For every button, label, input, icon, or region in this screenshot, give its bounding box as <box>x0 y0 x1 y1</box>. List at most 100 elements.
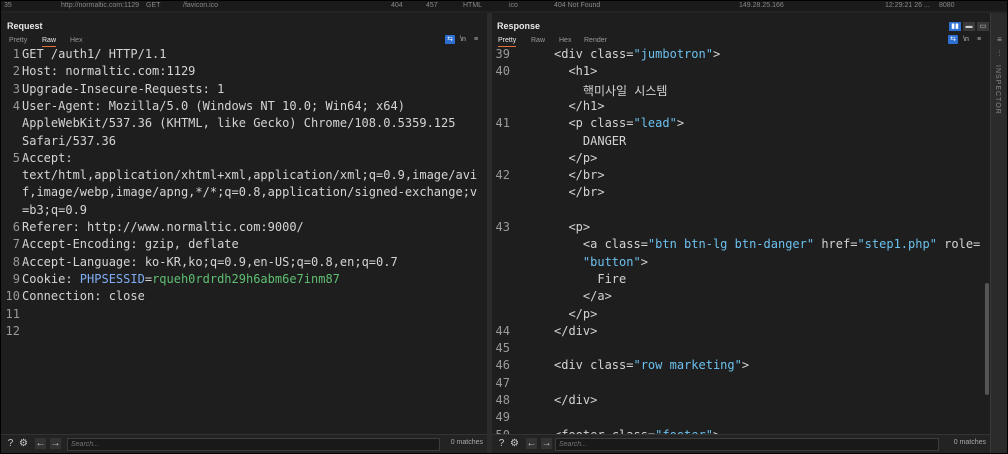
code-token: </a> <box>554 289 612 304</box>
code-token: role= <box>936 237 981 252</box>
line-number: 3 <box>12 81 20 96</box>
code-line: Host: normaltic.com:1129 <box>22 64 195 78</box>
code-token: User-Agent: <box>22 98 109 113</box>
newline-icon[interactable]: \n <box>458 35 468 44</box>
code-line: Safari/537.36 <box>22 134 116 148</box>
code-token: </br> <box>554 185 605 200</box>
response-tab-pretty[interactable]: Pretty <box>498 35 517 47</box>
request-tab-raw[interactable]: Raw <box>42 35 57 47</box>
code-line: Connection: close <box>22 289 145 303</box>
code-line: <h1> <box>554 64 597 78</box>
code-token: close <box>108 289 145 304</box>
line-number: 5 <box>12 150 20 165</box>
code-line: "button"> <box>554 255 648 269</box>
layout-horizontal-icon[interactable]: ▬ <box>963 22 975 31</box>
history-ext: ico <box>509 2 518 9</box>
code-token: > <box>640 254 648 269</box>
code-line: </br> <box>554 185 605 200</box>
line-number: 12 <box>5 323 20 338</box>
code-line: </p> <box>554 307 597 321</box>
code-line: f,image/webp,image/apng,*/*;q=0.8,applic… <box>22 185 477 199</box>
arrow-right-icon[interactable]: → <box>541 438 552 449</box>
code-token: </p> <box>554 306 598 321</box>
menu-icon[interactable]: ≡ <box>974 35 984 44</box>
request-tab-pretty[interactable]: Pretty <box>9 35 27 46</box>
history-method: GET <box>146 2 161 9</box>
code-token: "step1.php" <box>857 237 937 252</box>
arrow-left-icon[interactable]: ← <box>35 438 46 449</box>
arrow-left-icon[interactable]: ← <box>526 438 537 449</box>
inspector-label[interactable]: INSPECTOR <box>994 65 1001 115</box>
code-token: 1 <box>217 81 225 96</box>
response-tab-render[interactable]: Render <box>584 35 607 46</box>
wrap-lines-icon[interactable]: ⇆ <box>948 35 958 44</box>
inspector-sidebar: ≡ ⫶ INSPECTOR <box>990 13 1007 453</box>
gear-icon[interactable]: ⚙ <box>18 438 29 449</box>
code-token: PHPSESSID <box>79 271 145 286</box>
code-token: > <box>741 358 750 373</box>
code-token: href= <box>814 237 858 252</box>
layout-toggle: ▮▮ ▬ ▭ <box>947 15 989 33</box>
code-token: </h1> <box>554 98 605 113</box>
line-number: 6 <box>12 220 20 234</box>
line-number: 48 <box>495 393 510 407</box>
help-icon[interactable]: ? <box>5 438 16 449</box>
request-toolbar: ⇆ \n ≡ <box>442 35 481 45</box>
code-token: Cookie: <box>22 271 80 286</box>
code-line: </div> <box>554 393 597 407</box>
history-status: 404 <box>391 2 403 9</box>
response-title: Response <box>497 21 541 31</box>
code-line: DANGER <box>554 134 626 148</box>
response-tabs: Pretty Raw Hex Render <box>492 35 990 47</box>
line-number: 11 <box>5 306 20 321</box>
code-token: http://www.normaltic.com:9000/ <box>87 220 304 234</box>
gear-icon[interactable]: ⚙ <box>509 438 520 449</box>
line-number: 2 <box>12 64 20 79</box>
response-tab-raw[interactable]: Raw <box>531 35 545 46</box>
newline-icon[interactable]: \n <box>961 35 971 44</box>
request-search-input[interactable] <box>67 438 440 451</box>
code-token: "button" <box>582 254 641 269</box>
history-length: 457 <box>426 2 438 9</box>
code-token: Upgrade-Insecure-Requests: <box>22 81 218 96</box>
response-search-input[interactable] <box>555 438 939 451</box>
code-line: Cookie: PHPSESSID=rqueh0rdrdh29h6abm6e7i… <box>22 272 340 286</box>
code-token: Accept-Language: <box>22 254 145 269</box>
line-number: 7 <box>12 237 20 252</box>
help-icon[interactable]: ? <box>496 438 507 449</box>
code-token: <a class= <box>554 237 648 252</box>
layout-tabs-icon[interactable]: ▭ <box>977 22 989 31</box>
code-token: </br> <box>554 168 605 183</box>
history-row[interactable]: 35 http://normaltic.com:1129 GET /favico… <box>1 1 1007 11</box>
code-token: text/html,application/xhtml+xml,applicat… <box>22 168 478 183</box>
code-token: Referer: <box>22 220 88 234</box>
code-line: Upgrade-Insecure-Requests: 1 <box>22 82 224 96</box>
line-number: 1 <box>12 47 20 61</box>
line-number: 47 <box>495 375 510 390</box>
response-editor[interactable]: 39 <div class="jumbotron"> 40 <h1> 핵미사일 시스… <box>492 47 990 434</box>
sliders-icon[interactable]: ⫶ <box>995 49 1004 58</box>
request-editor[interactable]: 1 GET /auth1/ HTTP/1.1 2 Host: normaltic.co… <box>1 47 487 434</box>
code-token: Host: <box>22 64 66 79</box>
arrow-right-icon[interactable]: → <box>50 438 61 449</box>
code-line: </div> <box>554 324 597 338</box>
history-port: 8080 <box>939 2 955 9</box>
request-tab-hex[interactable]: Hex <box>70 35 82 46</box>
code-token: f,image/webp,image/apng,*/*;q=0.8,applic… <box>22 185 478 200</box>
code-token: > <box>676 116 685 131</box>
code-token: ko-KR,ko;q=0.9,en-US;q=0.8,en;q=0.7 <box>144 254 398 269</box>
response-match-count: 0 matches <box>953 439 986 446</box>
line-number: 41 <box>495 116 510 131</box>
wrap-lines-icon[interactable]: ⇆ <box>445 35 455 44</box>
response-scroll-thumb[interactable] <box>985 283 989 395</box>
code-token: "jumbotron" <box>633 47 713 61</box>
code-token: </p> <box>554 150 598 165</box>
request-tabs: Pretty Raw Hex <box>1 35 487 47</box>
line-number: 39 <box>495 47 510 61</box>
code-token: <div class= <box>554 358 634 373</box>
response-tab-hex[interactable]: Hex <box>559 35 571 46</box>
menu-icon[interactable]: ≡ <box>471 35 481 44</box>
menu-icon[interactable]: ≡ <box>995 35 1004 44</box>
layout-split-icon[interactable]: ▮▮ <box>949 22 961 31</box>
